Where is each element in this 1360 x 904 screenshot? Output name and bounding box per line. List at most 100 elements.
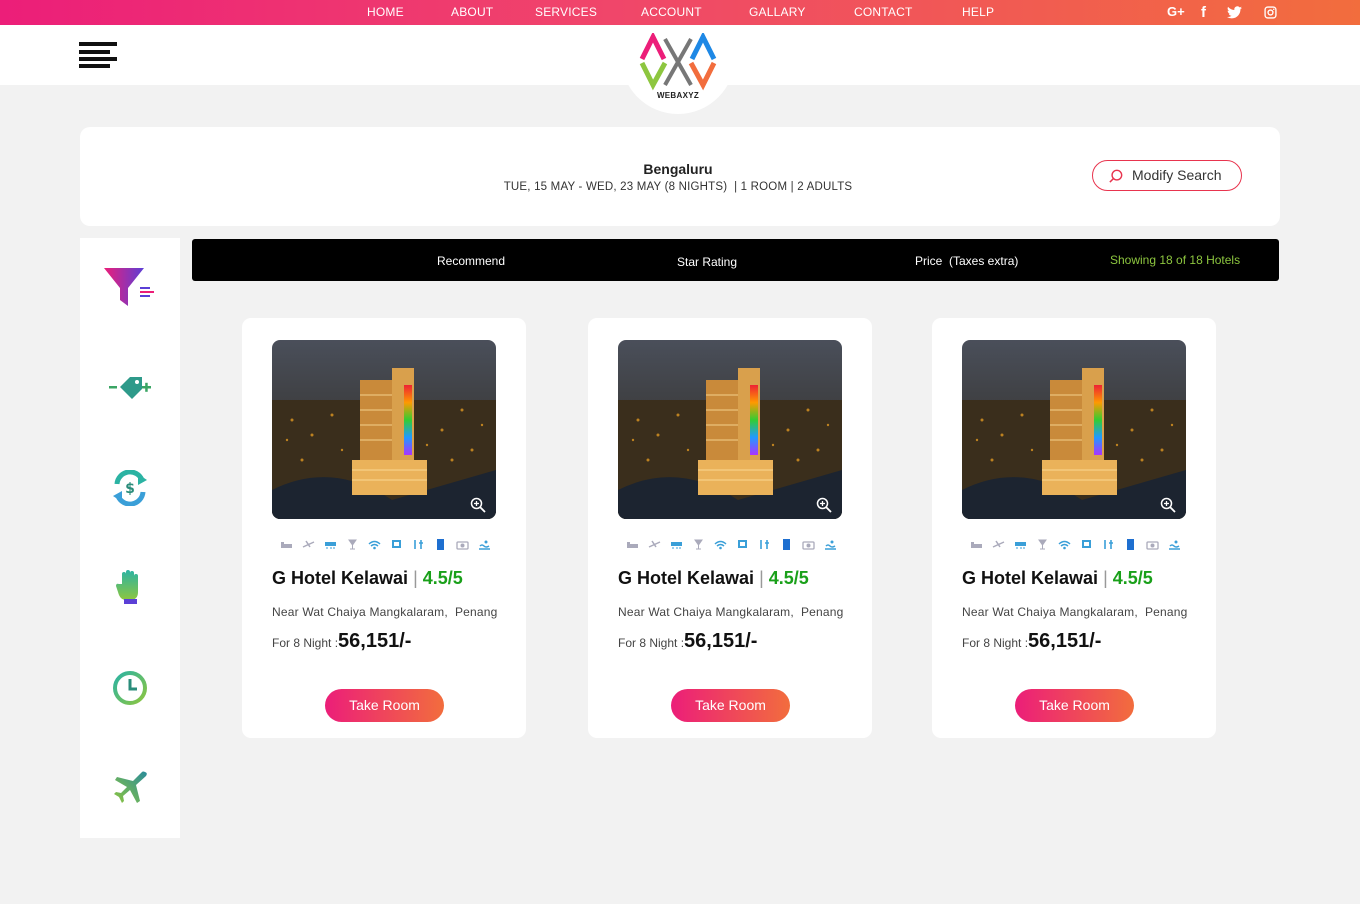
nav-help[interactable]: HELP <box>962 5 994 19</box>
zoom-icon[interactable] <box>1160 497 1176 513</box>
twitter-icon[interactable] <box>1227 6 1242 19</box>
nav-contact[interactable]: CONTACT <box>854 5 913 19</box>
restaurant-icon <box>758 537 771 549</box>
hotel-photo-frame[interactable] <box>962 340 1186 519</box>
logo-text: WEBAXYZ <box>656 91 700 100</box>
price-value: 56,151/- <box>1028 630 1102 652</box>
nav-home[interactable]: HOME <box>367 5 404 19</box>
wifi-icon <box>1058 537 1071 550</box>
hotel-card: G Hotel Kelawai | 4.5/5 Near Wat Chaiya … <box>932 318 1216 738</box>
instagram-icon[interactable] <box>1264 6 1277 19</box>
ac-icon <box>1014 537 1027 549</box>
restaurant-icon <box>412 537 425 549</box>
modify-search-label: Modify Search <box>1132 167 1222 183</box>
google-plus-icon[interactable]: G+ <box>1167 4 1185 19</box>
filter-icon[interactable] <box>80 266 180 310</box>
take-room-button[interactable]: Take Room <box>325 689 444 722</box>
ac-icon <box>670 537 683 549</box>
plane-icon <box>992 537 1005 548</box>
pool-icon <box>478 537 491 550</box>
price-tag-icon[interactable] <box>80 374 180 400</box>
camera-icon <box>802 537 815 550</box>
separator: | <box>413 568 423 588</box>
door-icon <box>1124 537 1137 550</box>
cocktail-icon <box>692 537 705 550</box>
search-summary: Bengaluru TUE, 15 MAY - WED, 23 MAY (8 N… <box>80 127 1280 226</box>
hotel-name: G Hotel Kelawai <box>962 568 1099 588</box>
sort-price[interactable]: Price (Taxes extra) <box>915 254 1018 268</box>
logo-mark-icon <box>639 33 717 91</box>
nav-account[interactable]: ACCOUNT <box>641 5 702 19</box>
price-label: For 8 Night : <box>618 636 685 650</box>
hotel-address: Near Wat Chaiya Mangkalaram, Penang <box>272 605 498 619</box>
hotel-photo-frame[interactable] <box>618 340 842 519</box>
results-count: Showing 18 of 18 Hotels <box>1110 253 1241 267</box>
hotel-name: G Hotel Kelawai <box>272 568 409 588</box>
take-room-button[interactable]: Take Room <box>1015 689 1134 722</box>
flight-icon[interactable] <box>80 770 180 806</box>
clock-icon[interactable] <box>80 671 180 705</box>
hotel-photo <box>272 340 496 519</box>
price-value: 56,151/- <box>338 630 412 652</box>
search-icon <box>1109 169 1123 183</box>
camera-icon <box>456 537 469 550</box>
hotel-card: G Hotel Kelawai | 4.5/5 Near Wat Chaiya … <box>242 318 526 738</box>
hotel-name-row[interactable]: G Hotel Kelawai | 4.5/5 <box>618 568 809 589</box>
cocktail-icon <box>1036 537 1049 550</box>
bed-icon <box>970 537 983 548</box>
zoom-icon[interactable] <box>470 497 486 513</box>
menu-icon[interactable] <box>79 42 117 68</box>
tv-icon <box>390 537 403 548</box>
hotel-rating: 4.5/5 <box>422 568 463 588</box>
hotel-rating: 4.5/5 <box>768 568 809 588</box>
facebook-icon[interactable]: f <box>1201 4 1206 21</box>
hotel-photo <box>962 340 1186 519</box>
price-label: For 8 Night : <box>962 636 1029 650</box>
nav-gallary[interactable]: GALLARY <box>749 5 806 19</box>
plane-icon <box>302 537 315 548</box>
sort-recommend[interactable]: Recommend <box>437 254 505 268</box>
pool-icon <box>824 537 837 550</box>
amenities <box>970 537 1181 550</box>
restaurant-icon <box>1102 537 1115 549</box>
camera-icon <box>1146 537 1159 550</box>
hotel-photo <box>618 340 842 519</box>
nav-about[interactable]: ABOUT <box>451 5 493 19</box>
hand-icon[interactable] <box>80 570 180 604</box>
price-value: 56,151/- <box>684 630 758 652</box>
modify-search-button[interactable]: Modify Search <box>1092 160 1242 191</box>
hotel-address: Near Wat Chaiya Mangkalaram, Penang <box>618 605 844 619</box>
sort-star-rating[interactable]: Star Rating <box>677 255 737 269</box>
price-row: For 8 Night :56,151/- <box>618 630 757 653</box>
hotel-name-row[interactable]: G Hotel Kelawai | 4.5/5 <box>272 568 463 589</box>
price-label: For 8 Night : <box>272 636 339 650</box>
svg-text:$: $ <box>125 481 135 497</box>
tv-icon <box>736 537 749 548</box>
plane-icon <box>648 537 661 548</box>
door-icon <box>780 537 793 550</box>
hotel-photo-frame[interactable] <box>272 340 496 519</box>
bed-icon <box>280 537 293 548</box>
sort-bar: Recommend Star Rating Price (Taxes extra… <box>192 239 1279 281</box>
price-row: For 8 Night :56,151/- <box>272 630 411 653</box>
wifi-icon <box>368 537 381 550</box>
separator: | <box>759 568 769 588</box>
ac-icon <box>324 537 337 549</box>
hotel-name: G Hotel Kelawai <box>618 568 755 588</box>
zoom-icon[interactable] <box>816 497 832 513</box>
refund-icon[interactable]: $ <box>80 470 180 506</box>
hotel-address: Near Wat Chaiya Mangkalaram, Penang <box>962 605 1188 619</box>
separator: | <box>1103 568 1113 588</box>
cocktail-icon <box>346 537 359 550</box>
take-room-button[interactable]: Take Room <box>671 689 790 722</box>
filter-sidebar: $ <box>80 238 180 838</box>
tv-icon <box>1080 537 1093 548</box>
nav-services[interactable]: SERVICES <box>535 5 597 19</box>
amenities <box>626 537 837 550</box>
price-row: For 8 Night :56,151/- <box>962 630 1101 653</box>
logo[interactable]: WEBAXYZ <box>621 25 735 114</box>
amenities <box>280 537 491 550</box>
hotel-name-row[interactable]: G Hotel Kelawai | 4.5/5 <box>962 568 1153 589</box>
door-icon <box>434 537 447 550</box>
pool-icon <box>1168 537 1181 550</box>
